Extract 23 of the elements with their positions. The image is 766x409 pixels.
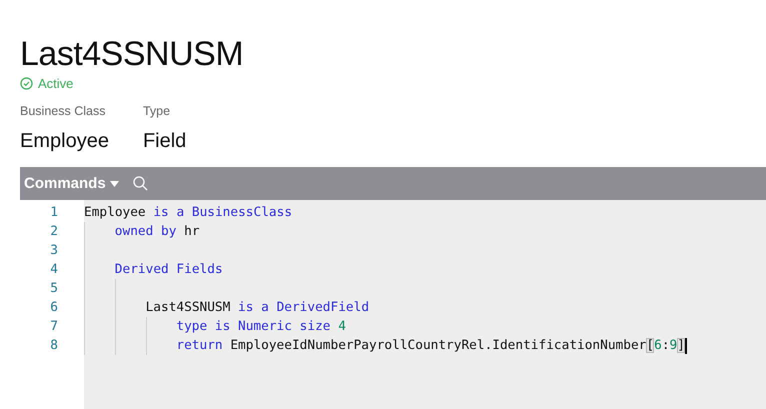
code-line: Derived Fields <box>114 261 223 279</box>
search-icon[interactable] <box>132 176 148 191</box>
line-number: 5 <box>49 280 59 298</box>
line-number: 4 <box>49 261 59 279</box>
line-number: 2 <box>49 223 59 241</box>
line-number: 8 <box>49 337 59 355</box>
line-number: 7 <box>49 318 59 336</box>
caret-icon <box>110 180 119 186</box>
line-number: 6 <box>49 299 59 317</box>
property-value: Employee <box>20 130 109 153</box>
line-number: 3 <box>49 242 59 260</box>
property-label: Type <box>142 104 172 120</box>
code-line: owned by hr <box>114 223 200 241</box>
commands-menu-button[interactable]: Commands <box>24 175 119 192</box>
code-line: Employee is a BusinessClass <box>84 204 292 222</box>
code-line: type is Numeric size 4 <box>176 318 346 336</box>
code-line: Last4SSNUSM is a DerivedField <box>146 299 370 317</box>
property-label: Business Class <box>20 104 106 120</box>
property-value: Field <box>142 130 186 153</box>
line-number: 1 <box>49 204 59 222</box>
status-label: Active <box>38 76 74 90</box>
code-line: return EmployeeIdNumberPayrollCountryRel.IdentificationNumber[6:9] <box>176 337 685 355</box>
page-title: Last4SSNUSM <box>20 34 244 74</box>
